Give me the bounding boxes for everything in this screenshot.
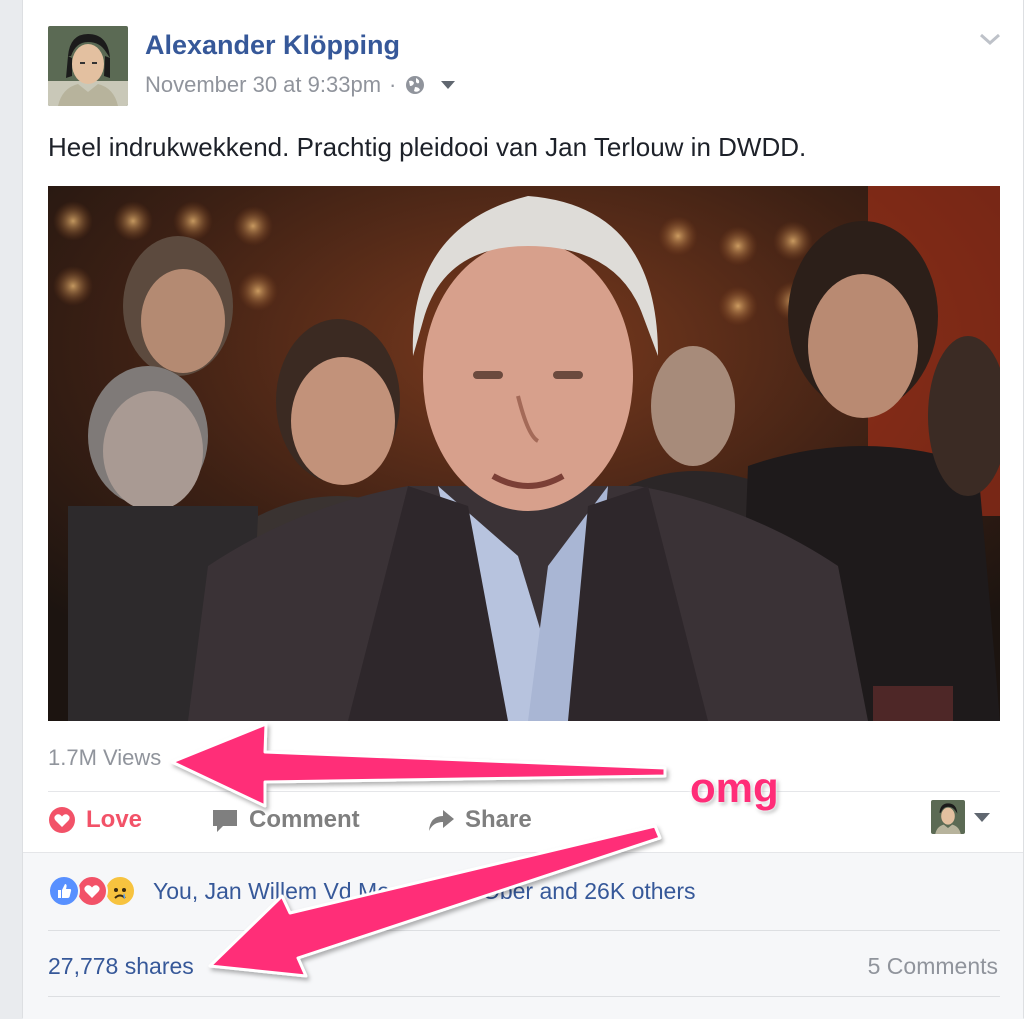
share-count[interactable]: 27,778 shares — [48, 953, 194, 980]
comment-count[interactable]: 5 Comments — [868, 953, 998, 980]
globe-icon[interactable] — [404, 74, 426, 96]
share-label: Share — [465, 806, 532, 833]
share-button[interactable]: Share — [427, 806, 532, 834]
chevron-down-icon — [974, 813, 990, 822]
reaction-summary[interactable]: You, Jan Willem Vd Meer, Hans Ober and 2… — [153, 878, 696, 905]
post-card: Alexander Klöpping November 30 at 9:33pm… — [22, 0, 1024, 1019]
love-button[interactable]: Love — [48, 806, 142, 834]
divider — [48, 791, 1000, 792]
love-icon — [76, 875, 108, 907]
like-icon — [48, 875, 80, 907]
divider — [48, 996, 1000, 997]
meta-separator: · — [389, 72, 397, 97]
author-avatar[interactable] — [48, 26, 128, 106]
reaction-icons[interactable] — [48, 875, 136, 907]
video-player[interactable] — [48, 186, 1000, 721]
love-label: Love — [86, 806, 143, 833]
comment-button[interactable]: Comment — [211, 806, 360, 834]
divider — [48, 930, 1000, 931]
post-as-selector[interactable] — [931, 800, 991, 834]
annotation-label: omg — [690, 764, 779, 811]
post-meta: November 30 at 9:33pm · — [145, 72, 456, 98]
post-timestamp[interactable]: November 30 at 9:33pm — [145, 72, 381, 98]
video-view-count: 1.7M Views — [48, 745, 162, 770]
post-text: Heel indrukwekkend. Prachtig pleidooi va… — [48, 132, 807, 162]
share-arrow-icon — [429, 810, 454, 831]
audience-caret-icon[interactable] — [440, 77, 456, 93]
comment-icon — [213, 810, 237, 832]
heart-icon — [49, 807, 75, 833]
sad-icon — [104, 875, 136, 907]
viewer-avatar — [931, 800, 965, 834]
comment-label: Comment — [249, 806, 360, 833]
post-options-chevron-icon[interactable] — [978, 30, 1002, 48]
author-name[interactable]: Alexander Klöpping — [145, 30, 400, 61]
